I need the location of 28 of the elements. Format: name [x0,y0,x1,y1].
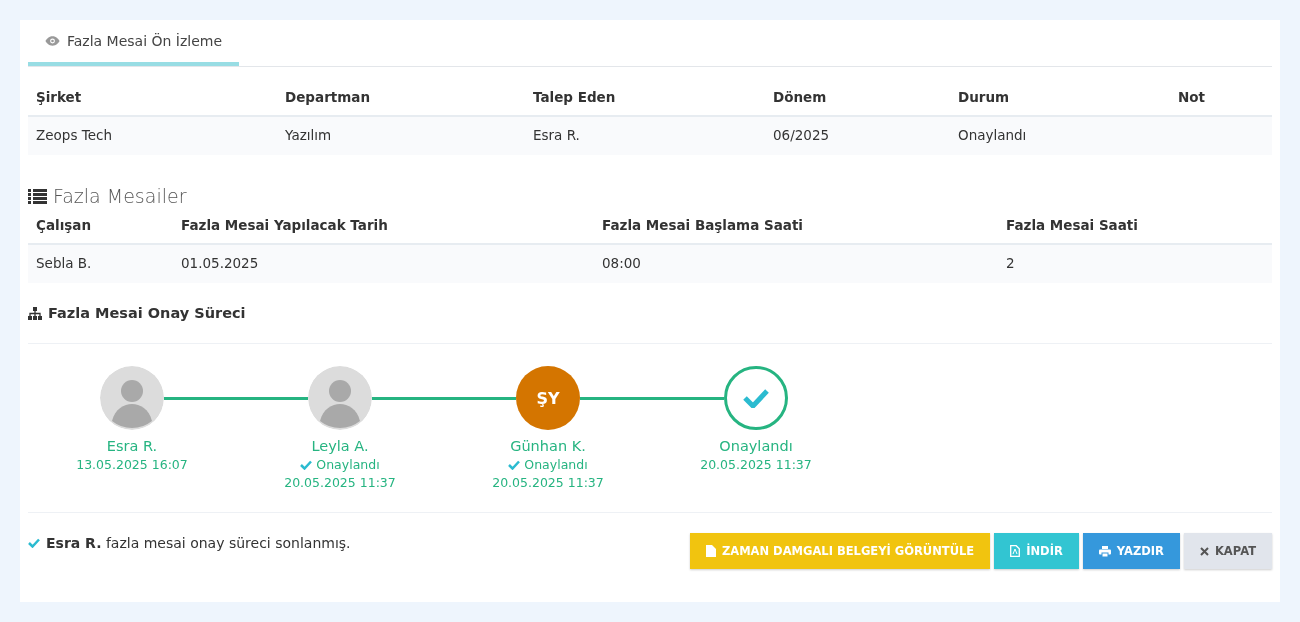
table-cell: 2 [998,245,1272,283]
step-status: Onaylandı [316,457,380,472]
step-name: Leyla A. [311,438,369,454]
step-time: 20.05.2025 11:37 [284,475,396,490]
timestamp-button[interactable]: ZAMAN DAMGALI BELGEYİ GÖRÜNTÜLE [689,533,991,569]
print-button[interactable]: YAZDIR [1082,533,1180,569]
table-cell: 01.05.2025 [173,245,594,283]
step-time: 20.05.2025 11:37 [492,475,604,490]
step-status: Onaylandı [524,457,588,472]
step-time: 13.05.2025 16:07 [76,457,188,472]
section-title: Fazla Mesailer [53,185,187,207]
download-button[interactable]: İNDİR [994,533,1079,569]
table-cell: Esra R. [525,117,765,155]
section-title: Fazla Mesai Onay Süreci [48,305,246,321]
step-name: Esra R. [106,438,158,454]
table-cell: 08:00 [594,245,998,283]
table-cell: Yazılım [277,117,525,155]
step-name: Günhan K. [510,438,586,454]
initials-avatar: ŞY [516,366,580,430]
table-cell: Zeops Tech [28,117,277,155]
preview-tab[interactable]: Fazla Mesai Ön İzleme [28,20,240,66]
status-message: Esra R. fazla mesai onay süreci sonlanmış. [46,535,351,551]
close-button[interactable]: KAPAT [1183,533,1272,569]
step-time: 20.05.2025 11:37 [700,457,812,472]
step-name: Onaylandı [719,438,793,454]
table-cell: Onaylandı [950,117,1170,155]
table-cell: Sebla B. [28,245,173,283]
table-cell: 06/2025 [765,117,950,155]
